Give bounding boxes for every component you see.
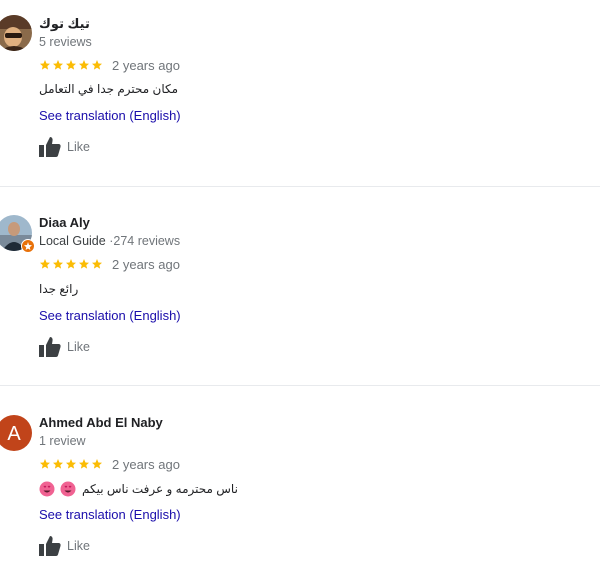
- reviewer-name[interactable]: تيك توك: [39, 16, 90, 32]
- see-translation-link[interactable]: See translation (English): [39, 507, 181, 522]
- star-icon: [40, 259, 50, 269]
- local-guide-label: Local Guide: [39, 234, 106, 248]
- reviewer-name[interactable]: Diaa Aly: [39, 215, 90, 230]
- star-icon: [79, 259, 89, 269]
- local-guide-badge-icon: [21, 239, 35, 253]
- avatar[interactable]: [0, 15, 32, 51]
- review-text: ناس محترمه و عرفت ناس بيكم: [82, 482, 238, 496]
- review-count: 1 review: [39, 434, 86, 448]
- review-age: 2 years ago: [112, 57, 180, 73]
- thumbs-up-icon: [39, 137, 61, 157]
- thumbs-up-icon: [39, 536, 61, 556]
- star-icon: [79, 60, 89, 70]
- star-icon: [79, 459, 89, 469]
- avatar[interactable]: [0, 215, 35, 253]
- review-age: 2 years ago: [112, 256, 180, 272]
- avatar-letter: A: [7, 423, 21, 445]
- like-label: Like: [67, 340, 90, 354]
- review-count: 274 reviews: [113, 234, 181, 248]
- star-rating: [39, 59, 103, 71]
- avatar-letter-icon: A: [0, 415, 32, 451]
- star-icon: [40, 60, 50, 70]
- star-icon: [53, 60, 63, 70]
- star-icon: [92, 459, 102, 469]
- star-icon: [66, 459, 76, 469]
- review-text: رائع جدا: [39, 282, 79, 296]
- see-translation-link[interactable]: See translation (English): [39, 108, 181, 123]
- review-text-row: ناس محترمه و عرفت ناس بيكم: [39, 481, 238, 497]
- like-button[interactable]: Like: [39, 337, 90, 357]
- like-label: Like: [67, 140, 90, 154]
- star-icon: [92, 60, 102, 70]
- avatar[interactable]: A: [0, 415, 32, 451]
- rating-row: 2 years ago: [39, 57, 180, 73]
- avatar-photo-icon: [0, 15, 32, 51]
- thumbs-up-icon: [39, 337, 61, 357]
- star-icon: [92, 259, 102, 269]
- reviewer-meta: Local Guide ·274 reviews: [39, 234, 180, 248]
- like-button[interactable]: Like: [39, 536, 90, 556]
- rating-row: 2 years ago: [39, 256, 180, 272]
- divider: [0, 186, 600, 187]
- divider: [0, 385, 600, 386]
- reviewer-name[interactable]: Ahmed Abd El Naby: [39, 415, 163, 430]
- review-text: مكان محترم جدا في التعامل: [39, 82, 179, 96]
- star-rating: [39, 258, 103, 270]
- review-count: 5 reviews: [39, 35, 92, 49]
- rating-row: 2 years ago: [39, 456, 180, 472]
- like-label: Like: [67, 539, 90, 553]
- like-button[interactable]: Like: [39, 137, 90, 157]
- star-rating: [39, 458, 103, 470]
- heart-eyes-emoji-icon: [39, 481, 55, 497]
- star-icon: [66, 259, 76, 269]
- star-icon: [40, 459, 50, 469]
- star-icon: [66, 60, 76, 70]
- heart-eyes-emoji-icon: [60, 481, 76, 497]
- star-icon: [53, 459, 63, 469]
- review-age: 2 years ago: [112, 456, 180, 472]
- see-translation-link[interactable]: See translation (English): [39, 308, 181, 323]
- star-icon: [53, 259, 63, 269]
